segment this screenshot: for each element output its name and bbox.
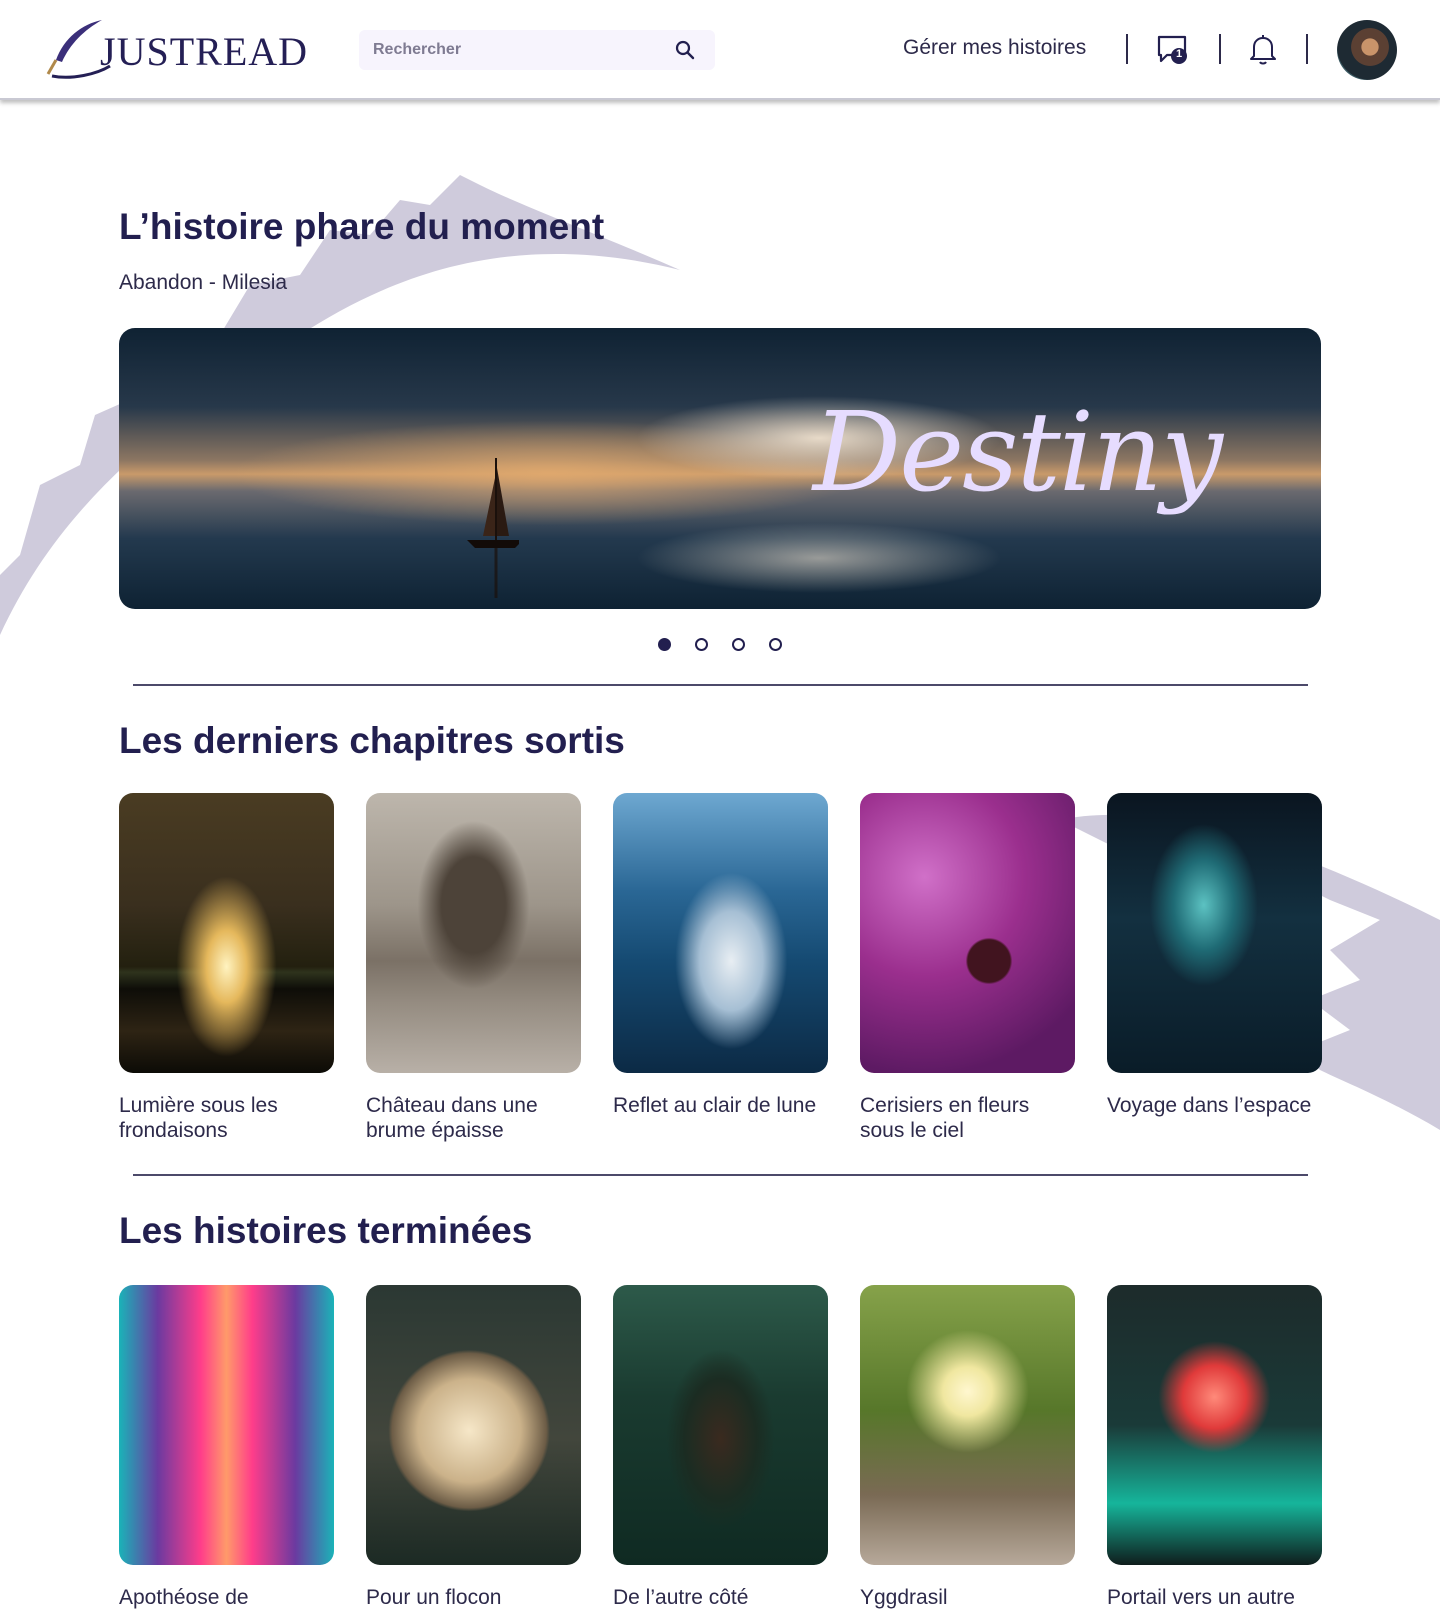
story-cover-image[interactable]: [119, 793, 334, 1073]
story-card-title[interactable]: De l’autre côté: [613, 1585, 828, 1610]
story-cover-image[interactable]: [119, 1285, 334, 1565]
latest-chapters-title: Les derniers chapitres sortis: [119, 720, 625, 761]
featured-banner[interactable]: Destiny: [119, 328, 1321, 609]
story-card-title[interactable]: Yggdrasil: [860, 1585, 1075, 1610]
story-card[interactable]: Cerisiers en fleurs sous le ciel: [860, 793, 1075, 1143]
search-bar[interactable]: [359, 30, 715, 70]
justread-logo[interactable]: JUSTREAD: [42, 18, 307, 82]
banner-script-text: Destiny: [812, 388, 1223, 516]
story-card[interactable]: Apothéose de: [119, 1285, 334, 1610]
story-cover-image[interactable]: [613, 793, 828, 1073]
story-cover-image[interactable]: [1107, 1285, 1322, 1565]
featured-story-subtitle[interactable]: Abandon - Milesia: [119, 271, 287, 295]
story-card-title[interactable]: Château dans une brume épaisse: [366, 1093, 581, 1143]
story-card[interactable]: Voyage dans l’espace: [1107, 793, 1322, 1118]
notifications-button[interactable]: [1246, 32, 1280, 66]
messages-badge: 1: [1176, 48, 1183, 60]
story-card[interactable]: Lumière sous les frondaisons: [119, 793, 334, 1143]
bell-icon: [1250, 35, 1276, 65]
user-avatar[interactable]: [1337, 20, 1397, 80]
story-card-title[interactable]: Pour un flocon: [366, 1585, 581, 1610]
story-card[interactable]: Reflet au clair de lune: [613, 793, 828, 1118]
carousel-dot[interactable]: [695, 638, 708, 651]
featured-section-title: L’histoire phare du moment: [119, 206, 605, 247]
search-icon[interactable]: [673, 38, 697, 62]
carousel-dot[interactable]: [658, 638, 671, 651]
search-input[interactable]: [359, 30, 669, 70]
story-cover-image[interactable]: [1107, 793, 1322, 1073]
story-card[interactable]: Château dans une brume épaisse: [366, 793, 581, 1143]
story-card-title[interactable]: Reflet au clair de lune: [613, 1093, 828, 1118]
story-card[interactable]: Pour un flocon: [366, 1285, 581, 1610]
header-divider: [1126, 34, 1128, 64]
story-cover-image[interactable]: [860, 1285, 1075, 1565]
story-card-title[interactable]: Voyage dans l’espace: [1107, 1093, 1322, 1118]
sailboat-illustration: [467, 458, 519, 598]
story-card-title[interactable]: Apothéose de: [119, 1585, 334, 1610]
chat-bubble-icon: [1157, 35, 1187, 64]
carousel-dot[interactable]: [732, 638, 745, 651]
section-divider: [133, 684, 1308, 686]
story-card[interactable]: De l’autre côté: [613, 1285, 828, 1610]
story-cover-image[interactable]: [613, 1285, 828, 1565]
story-card[interactable]: Portail vers un autre: [1107, 1285, 1322, 1610]
story-card-title[interactable]: Portail vers un autre: [1107, 1585, 1322, 1610]
carousel-indicators: [658, 638, 788, 652]
header-divider: [1219, 34, 1221, 64]
messages-button[interactable]: 1: [1156, 32, 1190, 66]
story-cover-image[interactable]: [366, 793, 581, 1073]
carousel-dot[interactable]: [769, 638, 782, 651]
manage-stories-link[interactable]: Gérer mes histoires: [903, 36, 1086, 60]
story-card-title[interactable]: Cerisiers en fleurs sous le ciel: [860, 1093, 1075, 1143]
story-card[interactable]: Yggdrasil: [860, 1285, 1075, 1610]
top-header: JUSTREAD Gérer mes histoires 1: [0, 0, 1440, 100]
finished-stories-title: Les histoires terminées: [119, 1210, 533, 1251]
story-cover-image[interactable]: [860, 793, 1075, 1073]
header-divider: [1306, 34, 1308, 64]
story-card-title[interactable]: Lumière sous les frondaisons: [119, 1093, 334, 1143]
section-divider: [133, 1174, 1308, 1176]
logo-text: JUSTREAD: [100, 29, 309, 74]
story-cover-image[interactable]: [366, 1285, 581, 1565]
